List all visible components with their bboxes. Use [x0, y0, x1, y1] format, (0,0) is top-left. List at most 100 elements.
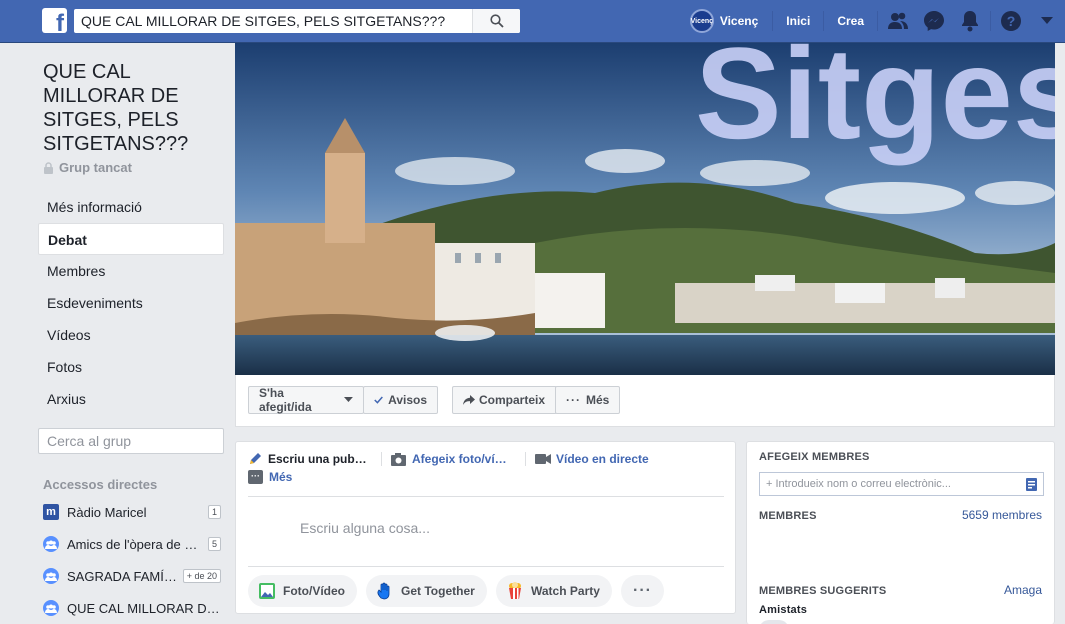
members-count-link[interactable]: 5659 membres	[962, 508, 1042, 522]
video-camera-icon	[535, 454, 551, 464]
nav-item-about[interactable]: Més informació	[38, 191, 224, 223]
cover-action-bar: S'ha afegit/ida Avisos Comparteix ··· Mé…	[235, 375, 1055, 427]
nav-item-events[interactable]: Esdeveniments	[38, 287, 224, 319]
check-icon	[374, 396, 383, 404]
facebook-logo-icon[interactable]: f	[42, 8, 67, 33]
avatar[interactable]	[759, 620, 789, 624]
group-left-nav: Més informació Debat Membres Esdevenimen…	[38, 191, 224, 415]
suggested-members-heading: MEMBRES SUGGERITS	[759, 585, 887, 597]
caret-down-icon	[344, 397, 353, 402]
tab-divider	[525, 452, 526, 466]
notifications-label: Avisos	[388, 393, 427, 407]
hand-wave-icon	[377, 582, 390, 600]
shortcut-label: Ràdio Maricel	[67, 504, 147, 520]
tab-more-label: Més	[269, 470, 293, 484]
popcorn-icon	[509, 582, 521, 599]
add-members-heading: AFEGEIX MEMBRES	[759, 451, 870, 463]
watch-party-label: Watch Party	[531, 584, 600, 598]
nav-item-photos[interactable]: Fotos	[38, 351, 224, 383]
more-box-icon: ···	[248, 470, 263, 484]
friend-requests-icon[interactable]	[880, 12, 916, 30]
search-input[interactable]: QUE CAL MILLORAR DE SITGES, PELS SITGETA…	[74, 9, 472, 33]
group-icon	[43, 536, 59, 552]
tab-photo-label: Afegeix foto/ví…	[412, 452, 507, 466]
post-text-input[interactable]: Escriu alguna cosa...	[300, 520, 430, 536]
radio-logo-icon: m	[43, 504, 59, 520]
camera-icon	[391, 452, 406, 466]
shortcut-label: Amics de l'òpera de Sabadell	[67, 536, 204, 552]
search-icon	[489, 14, 504, 28]
tab-more[interactable]: ··· Més	[248, 468, 292, 486]
cover-overlay-text: Sitges	[695, 43, 1055, 166]
share-arrow-icon	[463, 395, 475, 405]
create-link[interactable]: Crea	[826, 14, 875, 28]
get-together-button[interactable]: Get Together	[366, 575, 487, 607]
composer-divider	[248, 496, 724, 497]
home-link[interactable]: Inici	[775, 14, 821, 28]
joined-label: S'ha afegit/ida	[259, 386, 312, 414]
group-search-box	[38, 428, 228, 454]
notifications-bell-icon[interactable]	[952, 10, 988, 32]
address-book-icon	[1026, 477, 1037, 491]
pencil-icon	[250, 453, 261, 464]
watch-party-button[interactable]: Watch Party	[496, 575, 612, 607]
shortcut-label: QUE CAL MILLORAR DE SITGES	[67, 600, 221, 616]
more-dots-icon: ···	[566, 393, 581, 407]
shortcut-item[interactable]: SAGRADA FAMÍLIA + de 20	[43, 566, 221, 586]
messenger-icon[interactable]	[916, 10, 952, 32]
group-icon	[43, 568, 59, 584]
profile-link[interactable]: Vicenç Vicenç	[689, 9, 759, 33]
nav-divider	[877, 11, 878, 31]
tab-divider	[381, 452, 382, 466]
tab-live-label: Vídeo en directe	[556, 452, 649, 466]
tab-write-label: Escriu una pub…	[268, 452, 367, 466]
photo-icon	[259, 583, 275, 599]
photo-video-label: Foto/Vídeo	[283, 584, 345, 598]
members-sidebar: AFEGEIX MEMBRES + Introdueix nom o corre…	[746, 441, 1055, 624]
shortcut-item[interactable]: QUE CAL MILLORAR DE SITGES	[43, 598, 221, 618]
composer-divider	[248, 566, 724, 567]
photo-video-button[interactable]: Foto/Vídeo	[248, 575, 357, 607]
top-navigation-bar: f QUE CAL MILLORAR DE SITGES, PELS SITGE…	[0, 0, 1065, 43]
cover-photo[interactable]: Sitges	[235, 43, 1055, 375]
group-title[interactable]: QUE CAL MILLORAR DE SITGES, PELS SITGETA…	[43, 60, 223, 156]
shortcut-label: SAGRADA FAMÍLIA	[67, 568, 179, 584]
chevron-down-icon[interactable]	[1029, 17, 1065, 25]
help-icon[interactable]: ?	[993, 10, 1029, 32]
nav-item-videos[interactable]: Vídeos	[38, 319, 224, 351]
avatar: Vicenç	[689, 9, 714, 33]
svg-text:?: ?	[1007, 13, 1016, 29]
notifications-button[interactable]: Avisos	[363, 386, 438, 414]
shortcuts-heading: Accessos directes	[43, 477, 158, 492]
nav-divider	[823, 11, 825, 31]
user-name: Vicenç	[719, 14, 759, 28]
nav-item-discussion[interactable]: Debat	[38, 223, 224, 255]
group-search-input[interactable]	[47, 433, 228, 449]
friends-subheading: Amistats	[759, 604, 808, 616]
shortcut-item[interactable]: Amics de l'òpera de Sabadell 5	[43, 534, 221, 554]
hide-suggestions-link[interactable]: Amaga	[1004, 583, 1042, 597]
more-dots-icon: ···	[633, 582, 652, 599]
nav-divider	[772, 11, 774, 31]
group-privacy-label: Grup tancat	[59, 160, 132, 175]
add-members-input[interactable]: + Introdueix nom o correu electrònic...	[759, 472, 1044, 496]
members-heading: MEMBRES	[759, 510, 817, 522]
tab-live-video[interactable]: Vídeo en directe	[535, 450, 649, 468]
top-nav-right: Vicenç Vicenç Inici Crea ?	[689, 0, 1065, 42]
tab-write-post[interactable]: Escriu una pub…	[248, 450, 367, 468]
nav-divider	[990, 11, 991, 31]
tab-add-photo[interactable]: Afegeix foto/ví…	[391, 450, 507, 468]
shortcut-item[interactable]: m Ràdio Maricel 1	[43, 502, 221, 522]
get-together-label: Get Together	[401, 584, 475, 598]
nav-item-members[interactable]: Membres	[38, 255, 224, 287]
search-button[interactable]	[472, 9, 520, 33]
nav-item-files[interactable]: Arxius	[38, 383, 224, 415]
shortcut-badge: + de 20	[182, 569, 221, 583]
composer-more-button[interactable]: ···	[621, 575, 664, 607]
global-search: QUE CAL MILLORAR DE SITGES, PELS SITGETA…	[74, 9, 520, 33]
more-button[interactable]: ··· Més	[555, 386, 620, 414]
more-label: Més	[586, 393, 610, 407]
shortcut-badge: 5	[207, 537, 221, 551]
joined-button[interactable]: S'ha afegit/ida	[248, 386, 364, 414]
share-button[interactable]: Comparteix	[452, 386, 557, 414]
